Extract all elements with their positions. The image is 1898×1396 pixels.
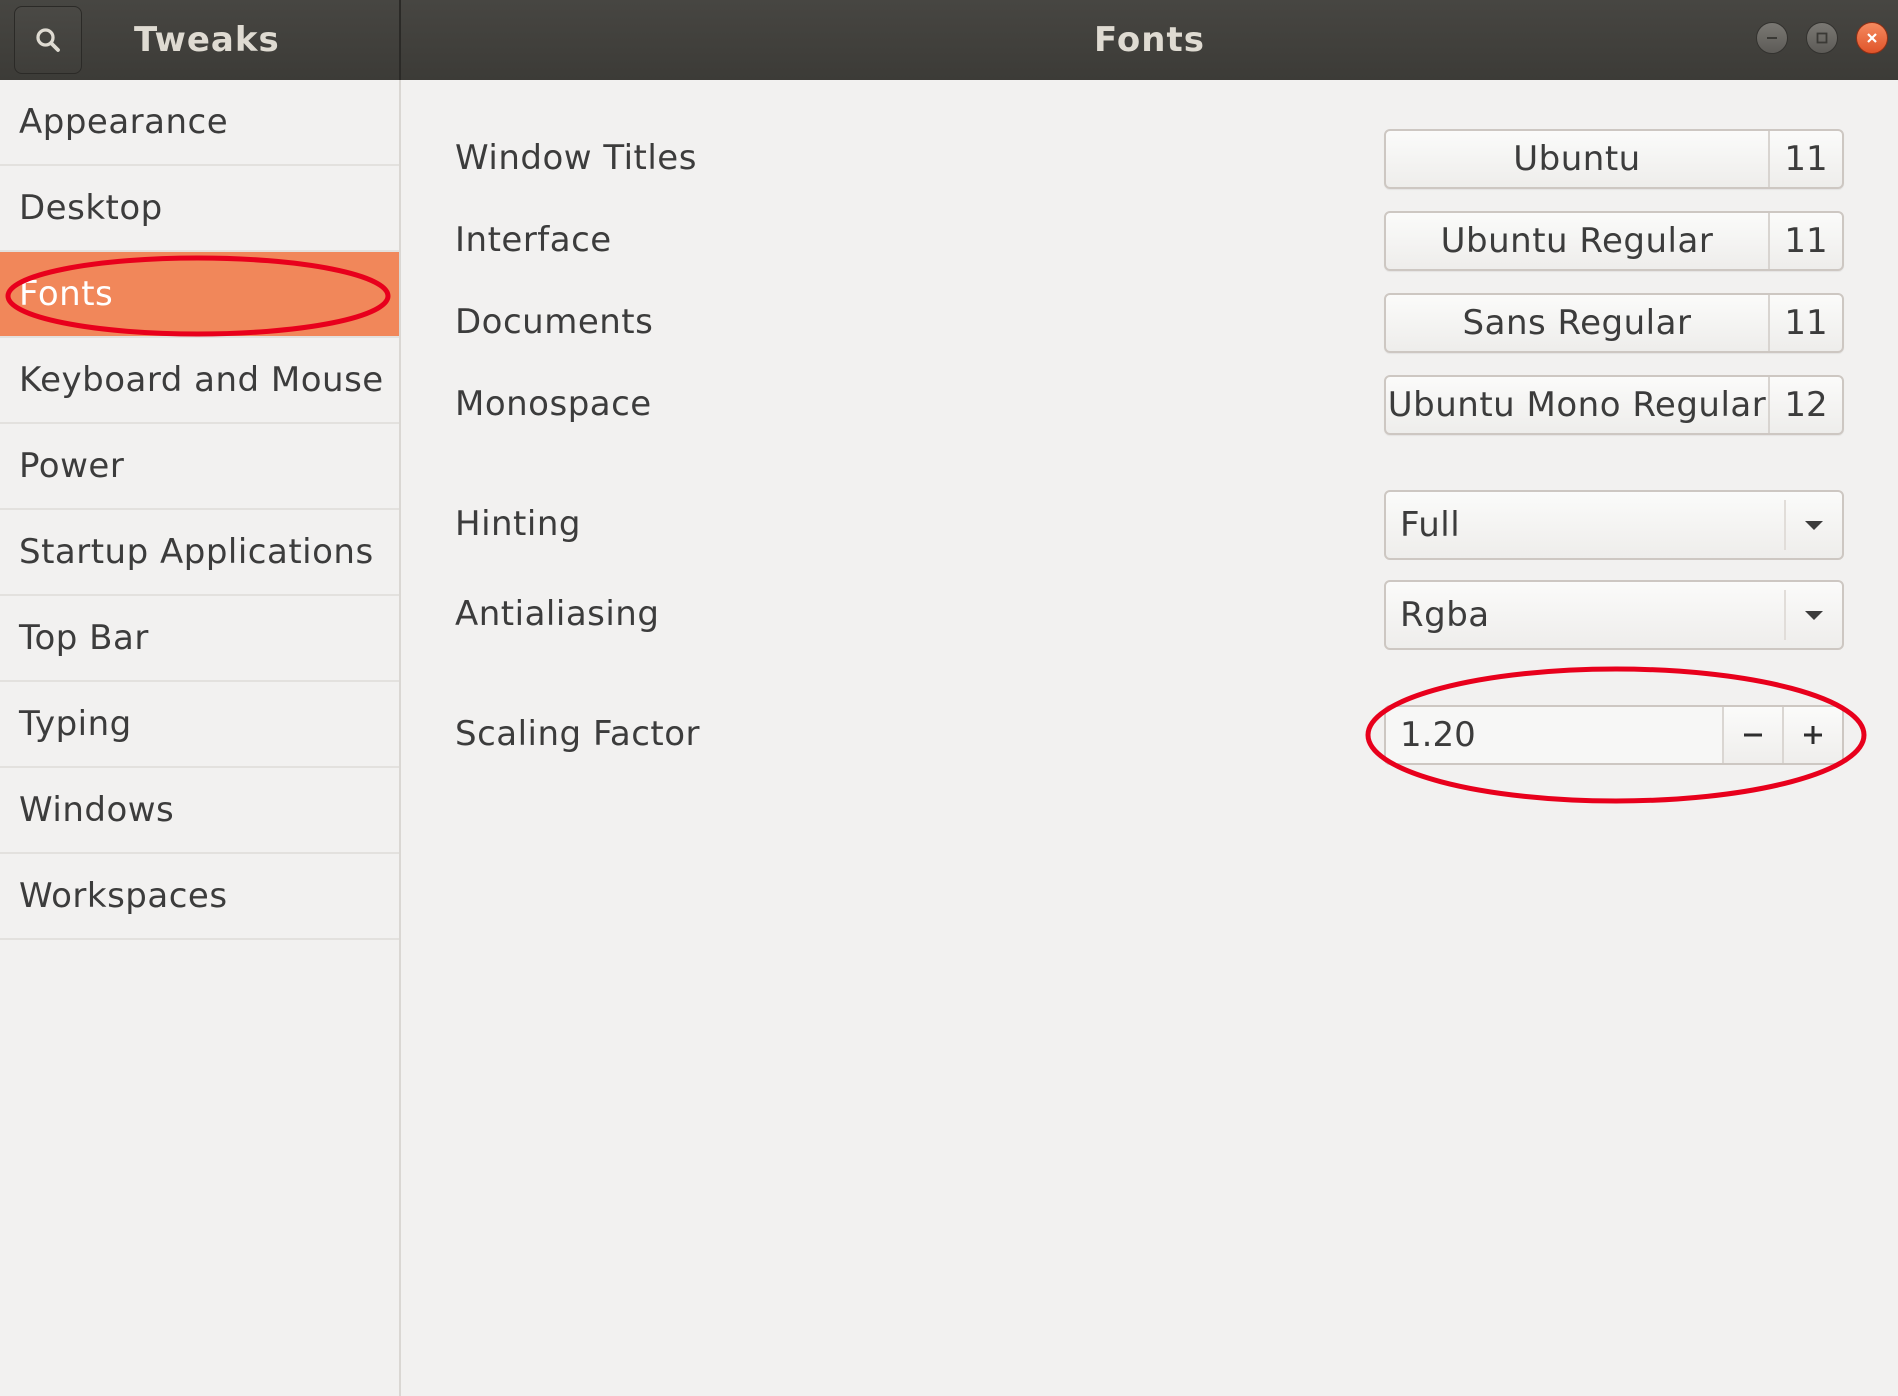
window-titles-font-name: Ubuntu [1513, 139, 1641, 179]
sidebar-item-windows[interactable]: Windows [0, 768, 399, 854]
page-title: Fonts [1094, 20, 1205, 60]
interface-font-name: Ubuntu Regular [1440, 221, 1714, 261]
documents-label: Documents [455, 302, 654, 342]
sidebar-item-label: Typing [19, 704, 132, 744]
search-icon [36, 28, 60, 52]
sidebar-item-label: Keyboard and Mouse [19, 360, 384, 400]
antialiasing-dropdown[interactable]: Rgba [1384, 580, 1844, 650]
monospace-font-button[interactable]: Ubuntu Mono Regular 12 [1384, 375, 1844, 435]
minimize-icon [1767, 37, 1777, 39]
increment-button[interactable] [1782, 707, 1842, 763]
maximize-button[interactable] [1806, 22, 1838, 54]
sidebar-item-fonts[interactable]: Fonts [0, 252, 399, 338]
tweaks-window: Tweaks Fonts Appearance Desktop Fonts Ke… [0, 0, 1898, 1396]
window-controls [1756, 22, 1888, 54]
hinting-value: Full [1400, 505, 1461, 545]
header-right: Fonts [401, 0, 1898, 80]
antialiasing-value: Rgba [1400, 595, 1490, 635]
sidebar: Appearance Desktop Fonts Keyboard and Mo… [0, 80, 401, 1396]
hinting-dropdown-arrow [1784, 500, 1842, 550]
maximize-icon [1816, 32, 1828, 44]
sidebar-item-label: Top Bar [19, 618, 149, 658]
scaling-factor-input[interactable]: 1.20 [1386, 707, 1724, 763]
sidebar-item-label: Appearance [19, 102, 229, 142]
search-button[interactable] [14, 6, 82, 74]
chevron-down-icon [1805, 521, 1823, 530]
scaling-factor-label: Scaling Factor [455, 714, 701, 754]
window-titles-font-size: 11 [1768, 131, 1842, 187]
chevron-down-icon [1805, 611, 1823, 620]
sidebar-item-label: Desktop [19, 188, 163, 228]
sidebar-item-typing[interactable]: Typing [0, 682, 399, 768]
app-title: Tweaks [134, 20, 280, 60]
sidebar-item-workspaces[interactable]: Workspaces [0, 854, 399, 940]
plus-icon [1804, 726, 1822, 744]
antialiasing-label: Antialiasing [455, 594, 660, 634]
interface-label: Interface [455, 220, 612, 260]
interface-font-button[interactable]: Ubuntu Regular 11 [1384, 211, 1844, 271]
sidebar-item-keyboard-and-mouse[interactable]: Keyboard and Mouse [0, 338, 399, 424]
documents-font-button[interactable]: Sans Regular 11 [1384, 293, 1844, 353]
sidebar-item-label: Startup Applications [19, 532, 374, 572]
close-icon [1867, 33, 1877, 43]
window-titles-label: Window Titles [455, 138, 697, 178]
header-bar: Tweaks Fonts [0, 0, 1898, 80]
documents-font-size: 11 [1768, 295, 1842, 351]
interface-font-size: 11 [1768, 213, 1842, 269]
sidebar-item-appearance[interactable]: Appearance [0, 80, 399, 166]
sidebar-item-label: Fonts [19, 274, 114, 314]
sidebar-item-top-bar[interactable]: Top Bar [0, 596, 399, 682]
sidebar-item-label: Power [19, 446, 125, 486]
monospace-font-size: 12 [1768, 377, 1842, 433]
hinting-label: Hinting [455, 504, 581, 544]
decrement-button[interactable] [1724, 707, 1782, 763]
hinting-dropdown[interactable]: Full [1384, 490, 1844, 560]
monospace-label: Monospace [455, 384, 652, 424]
documents-font-name: Sans Regular [1462, 303, 1692, 343]
close-button[interactable] [1856, 22, 1888, 54]
minus-icon [1744, 733, 1762, 737]
monospace-font-name: Ubuntu Mono Regular [1387, 385, 1767, 425]
header-left: Tweaks [0, 0, 401, 80]
sidebar-item-power[interactable]: Power [0, 424, 399, 510]
scaling-factor-spinbutton[interactable]: 1.20 [1384, 705, 1844, 765]
sidebar-item-desktop[interactable]: Desktop [0, 166, 399, 252]
sidebar-item-label: Windows [19, 790, 175, 830]
window-titles-font-button[interactable]: Ubuntu 11 [1384, 129, 1844, 189]
sidebar-item-label: Workspaces [19, 876, 228, 916]
sidebar-item-startup-applications[interactable]: Startup Applications [0, 510, 399, 596]
fonts-panel: Window Titles Ubuntu 11 Interface Ubuntu… [401, 80, 1898, 1396]
antialiasing-dropdown-arrow [1784, 590, 1842, 640]
minimize-button[interactable] [1756, 22, 1788, 54]
